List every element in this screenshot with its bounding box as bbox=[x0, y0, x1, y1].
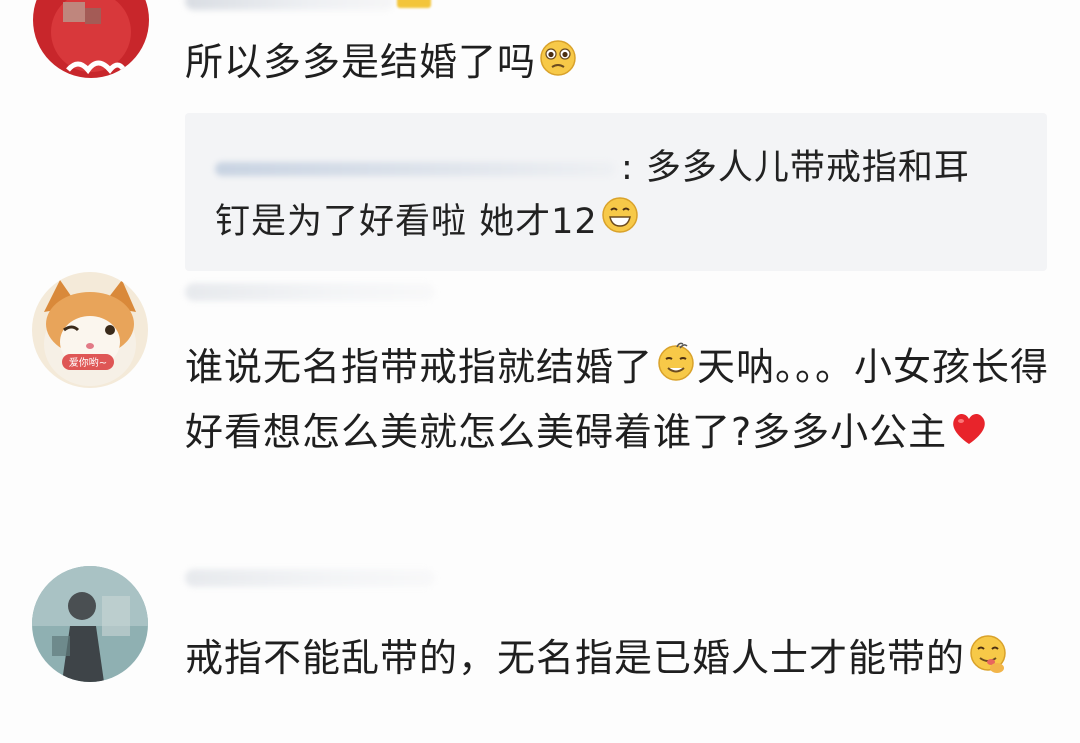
pleading-face-icon bbox=[538, 34, 578, 96]
quoted-username[interactable] bbox=[215, 162, 615, 176]
quote-text-line-1: : 多多人儿带戒指和耳 bbox=[621, 148, 970, 188]
grinning-face-icon bbox=[600, 195, 640, 251]
comment-text: 谁说无名指带戒指就结婚了 天呐。。。小女孩长得好看想怎么美就怎么美碍着谁了?多多… bbox=[185, 336, 1050, 465]
quoted-reply[interactable]: : 多多人儿带戒指和耳 钉是为了好看啦 她才12 bbox=[185, 113, 1047, 271]
red-heart-icon bbox=[949, 403, 989, 465]
comment-text: 所以多多是结婚了吗 bbox=[185, 31, 1050, 96]
username[interactable] bbox=[185, 569, 435, 587]
avatar[interactable] bbox=[33, 0, 149, 78]
username[interactable] bbox=[185, 0, 395, 10]
yum-face-icon bbox=[967, 630, 1009, 692]
avatar-caption: 爱你哟~ bbox=[69, 356, 107, 369]
quote-text-line-2: 钉是为了好看啦 她才12 bbox=[215, 202, 598, 242]
badge-icon bbox=[397, 0, 431, 8]
sweat-smile-face-icon bbox=[655, 339, 697, 401]
comment-text: 戒指不能乱带的，无名指是已婚人士才能带的 bbox=[185, 627, 1050, 692]
avatar[interactable]: 爱你哟~ bbox=[32, 272, 148, 388]
username[interactable] bbox=[185, 283, 435, 301]
avatar[interactable] bbox=[32, 566, 148, 682]
